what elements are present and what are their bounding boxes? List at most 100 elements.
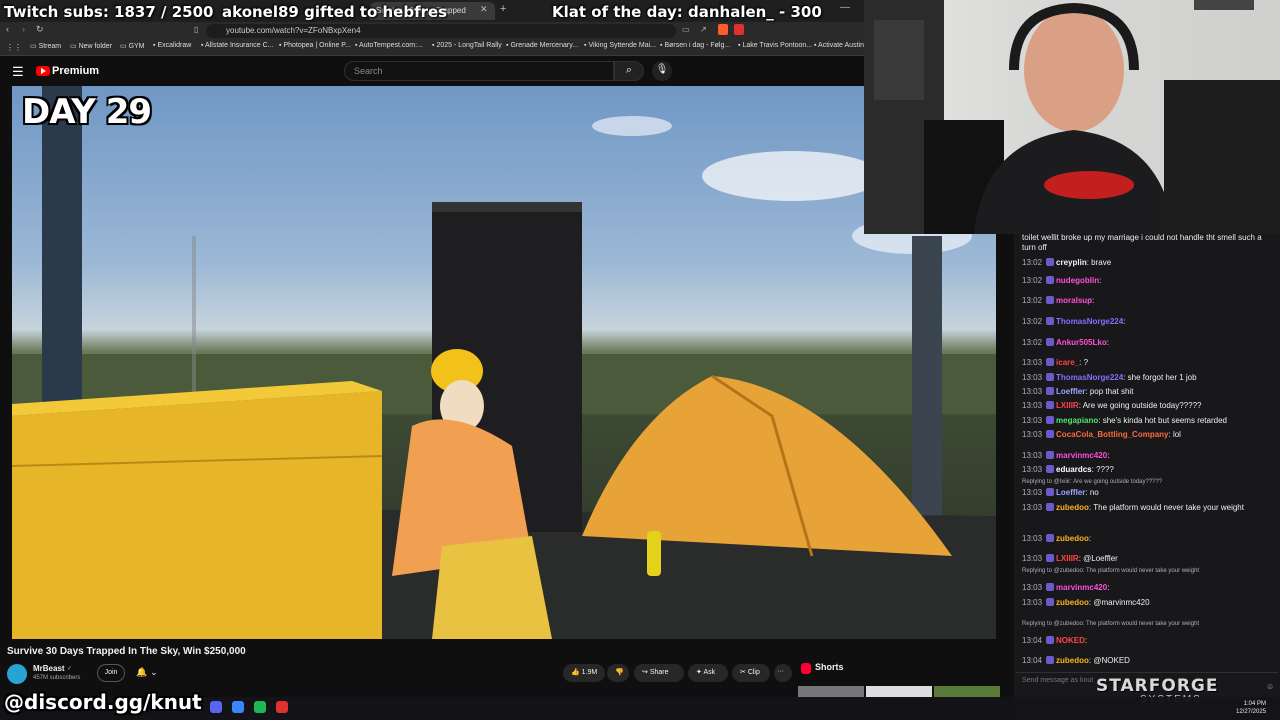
chat-username[interactable]: LXIIIR xyxy=(1056,401,1079,410)
chat-badge-icon xyxy=(1046,401,1055,409)
chat-username[interactable]: marvinmc420 xyxy=(1056,583,1107,592)
ask-button[interactable]: ✦ Ask xyxy=(688,664,728,682)
chat-message[interactable]: 13:03 eduardcs: ???? xyxy=(1022,465,1114,474)
shorts-thumbnail[interactable] xyxy=(866,686,932,697)
chat-username[interactable]: ThomasNorge224 xyxy=(1056,317,1123,326)
like-button[interactable]: 👍 1.9M xyxy=(563,664,605,682)
bookmark-item[interactable]: ▪ AutoTempest.com:... xyxy=(355,42,423,49)
cast-icon[interactable]: ▭ xyxy=(682,25,690,34)
bookmark-item[interactable]: ▭ Stream xyxy=(30,42,61,50)
chat-username[interactable]: marvinmc420 xyxy=(1056,451,1107,460)
menu-icon[interactable]: ☰ xyxy=(12,64,24,80)
bookmark-item[interactable]: ▪ Allstate Insurance C... xyxy=(201,42,274,49)
chat-message[interactable]: 13:03 zubedoo: The platform would never t… xyxy=(1022,503,1244,512)
microphone-icon[interactable]: 🎙 xyxy=(652,61,672,81)
reload-icon[interactable]: ↻ xyxy=(36,24,44,35)
chat-username[interactable]: zubedoo xyxy=(1056,534,1089,543)
chat-message[interactable]: 13:02 creyplin: brave xyxy=(1022,258,1111,267)
chat-message[interactable]: 13:03 icare_: ? xyxy=(1022,358,1088,367)
chat-message[interactable]: 13:04 zubedoo: @NOKED xyxy=(1022,656,1130,665)
chat-username[interactable]: megapiano xyxy=(1056,416,1098,425)
chat-message[interactable]: 13:03 Loeffler: pop that shit xyxy=(1022,387,1133,396)
chat-message[interactable]: 13:03 LXIIIR: @Loeffler xyxy=(1022,554,1118,563)
chat-username[interactable]: CocaCola_Bottling_Company xyxy=(1056,430,1168,439)
chat-username[interactable]: zubedoo xyxy=(1056,503,1089,512)
chat-username[interactable]: moralsup xyxy=(1056,296,1092,305)
discord-icon[interactable] xyxy=(210,701,222,713)
chat-username[interactable]: eduardcs xyxy=(1056,465,1092,474)
chat-reply-context[interactable]: Replying to @zubedoo: The platform would… xyxy=(1022,621,1199,627)
notification-bell-icon[interactable]: 🔔 ⌄ xyxy=(130,664,164,682)
emote-icon[interactable]: ☺ xyxy=(1266,682,1274,691)
shorts-thumbnail[interactable] xyxy=(798,686,864,697)
avatar[interactable] xyxy=(7,664,27,684)
chat-message[interactable]: 13:03 zubedoo: @marvinmc420 xyxy=(1022,598,1150,607)
chat-username[interactable]: Loeffler xyxy=(1056,387,1085,396)
bookmark-item[interactable]: ▭ GYM xyxy=(120,42,145,50)
apps-icon[interactable]: ⋮⋮ xyxy=(6,43,22,52)
chat-username[interactable]: icare_ xyxy=(1056,358,1079,367)
chat-message[interactable]: 13:03 marvinmc420: xyxy=(1022,583,1109,592)
clip-button[interactable]: ✂ Clip xyxy=(732,664,770,682)
chat-username[interactable]: zubedoo xyxy=(1056,656,1089,665)
youtube-brand[interactable]: Premium xyxy=(52,65,99,77)
chat-message-text: she forgot her 1 job xyxy=(1127,373,1197,382)
spotify-icon[interactable] xyxy=(254,701,266,713)
video-player[interactable] xyxy=(12,86,996,639)
bookmark-item[interactable]: ▭ New folder xyxy=(70,42,112,50)
forward-icon[interactable]: › xyxy=(22,24,25,34)
browser-icon[interactable] xyxy=(232,701,244,713)
chat-message[interactable]: toilet wellit broke up my marriage i cou… xyxy=(1022,233,1262,253)
chat-username[interactable]: NOKED xyxy=(1056,636,1085,645)
more-actions-button[interactable]: ··· xyxy=(774,664,792,682)
chat-message[interactable]: 13:02 moralsup: xyxy=(1022,296,1094,305)
bookmark-item[interactable]: ▪ 2025 - LongTail Rally xyxy=(432,42,502,49)
join-button[interactable]: Join xyxy=(97,664,125,682)
search-input[interactable]: Search xyxy=(344,61,614,81)
chat-username[interactable]: LXIIIR xyxy=(1056,554,1079,563)
chat-message[interactable]: 13:03 CocaCola_Bottling_Company: lol xyxy=(1022,430,1181,439)
extension-icon[interactable] xyxy=(718,24,728,35)
chat-username[interactable]: Ankur505Lko xyxy=(1056,338,1107,347)
bookmark-item[interactable]: ▪ Grenade Mercenary... xyxy=(506,42,578,49)
url-input[interactable]: youtube.com/watch?v=ZFoNBxpXen4 xyxy=(206,24,676,38)
chat-message[interactable]: 13:02 ThomasNorge224: xyxy=(1022,317,1125,326)
bookmark-icon[interactable]: ▯ xyxy=(194,25,198,34)
chat-username[interactable]: creyplin xyxy=(1056,258,1087,267)
back-icon[interactable]: ‹ xyxy=(6,24,9,34)
extension-icon[interactable] xyxy=(734,24,744,35)
bookmark-item[interactable]: ▪ Børsen i dag - Følg... xyxy=(660,42,730,49)
chat-message[interactable]: 13:03 ThomasNorge224: she forgot her 1 jo… xyxy=(1022,373,1197,382)
bookmark-item[interactable]: ▪ Lake Travis Pontoon... xyxy=(738,42,812,49)
chat-reply-context[interactable]: Replying to @zubedoo: The platform would… xyxy=(1022,568,1199,574)
chat-message[interactable]: 13:03 megapiano: she's kinda hot but seem… xyxy=(1022,416,1227,425)
chat-message[interactable]: 13:02 Ankur505Lko: xyxy=(1022,338,1109,347)
chat-message[interactable]: 13:04 NOKED: xyxy=(1022,636,1087,645)
bookmark-item[interactable]: ▪ Photopea | Online P... xyxy=(279,42,351,49)
chat-username[interactable]: nudegoblin xyxy=(1056,276,1099,285)
chat-reply-context[interactable]: Replying to @lxiiir: Are we going outsid… xyxy=(1022,479,1162,485)
chat-message[interactable]: 13:03 zubedoo: xyxy=(1022,534,1091,543)
close-icon[interactable]: ✕ xyxy=(480,4,488,15)
chat-message-text: lol xyxy=(1172,430,1181,439)
new-tab-icon[interactable]: + xyxy=(500,3,506,15)
chat-message[interactable]: 13:03 Loeffler: no xyxy=(1022,488,1099,497)
window-controls[interactable]: — xyxy=(840,2,850,13)
shorts-thumbnail[interactable] xyxy=(934,686,1000,697)
bookmark-item[interactable]: ▪ Viking Syttende Mai... xyxy=(584,42,656,49)
bookmark-item[interactable]: ▪ Activate Austin xyxy=(814,42,864,49)
share-button[interactable]: ↪ Share xyxy=(634,664,684,682)
chat-username[interactable]: ThomasNorge224 xyxy=(1056,373,1123,382)
chat-username[interactable]: Loeffler xyxy=(1056,488,1085,497)
app-icon[interactable] xyxy=(276,701,288,713)
search-icon[interactable]: ⌕ xyxy=(614,61,644,81)
clip-label: Clip xyxy=(747,669,760,676)
chat-message[interactable]: 13:03 marvinmc420: xyxy=(1022,451,1109,460)
dislike-button[interactable]: 👎 xyxy=(607,664,629,682)
share-icon[interactable]: ↗ xyxy=(700,25,707,34)
chat-username[interactable]: zubedoo xyxy=(1056,598,1089,607)
channel-name[interactable]: MrBeast xyxy=(33,664,65,673)
chat-message[interactable]: 13:03 LXIIIR: Are we going outside today?… xyxy=(1022,401,1201,410)
chat-message[interactable]: 13:02 nudegoblin: xyxy=(1022,276,1101,285)
bookmark-item[interactable]: ▪ Excalidraw xyxy=(153,42,191,49)
